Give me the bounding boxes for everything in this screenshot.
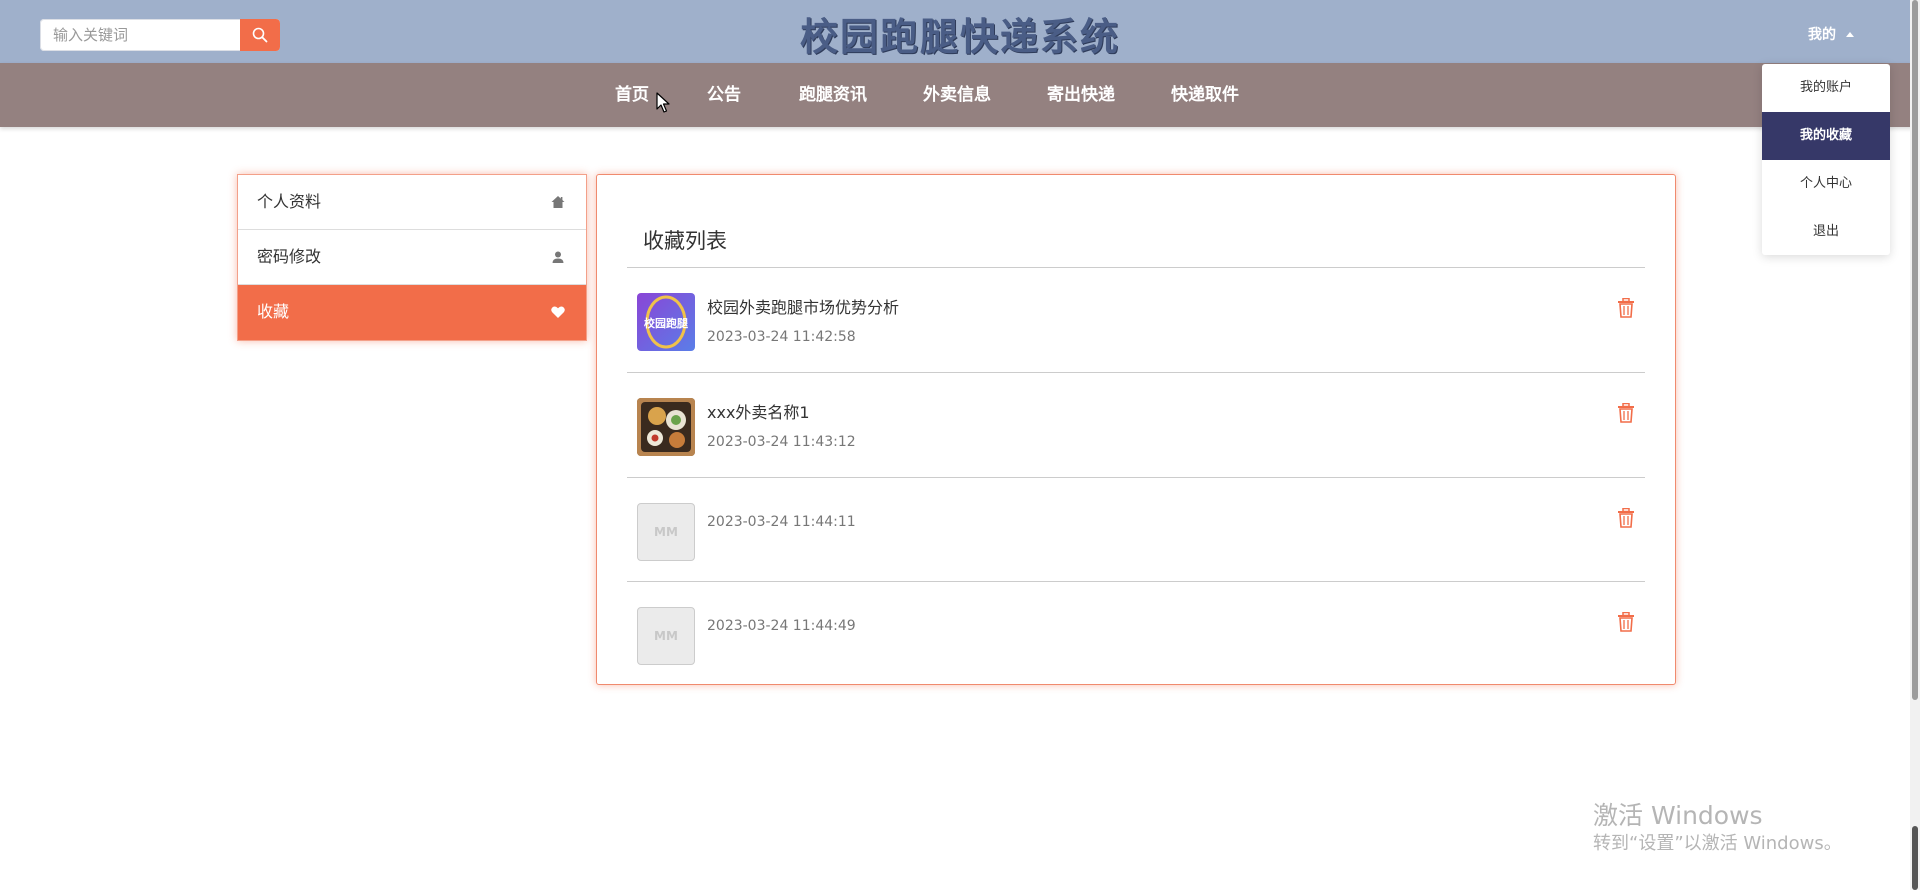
- dropdown-item-personal-center[interactable]: 个人中心: [1762, 160, 1890, 208]
- home-icon: [551, 196, 565, 208]
- user-dropdown-menu: 我的账户 我的收藏 个人中心 退出: [1762, 64, 1890, 255]
- nav-item-send-express[interactable]: 寄出快递: [1047, 63, 1115, 127]
- nav-item-errand-news[interactable]: 跑腿资讯: [799, 63, 867, 127]
- dropdown-item-logout[interactable]: 退出: [1762, 208, 1890, 256]
- page-scrollbar[interactable]: [1910, 0, 1920, 890]
- user-menu-toggle[interactable]: 我的: [1808, 24, 1854, 44]
- nav-item-pickup-express[interactable]: 快递取件: [1171, 63, 1239, 127]
- trash-icon[interactable]: [1617, 612, 1635, 632]
- scrollbar-thumb-secondary[interactable]: [1912, 826, 1918, 890]
- list-item-time: 2023-03-24 11:44:11: [707, 514, 856, 530]
- top-header: 校园跑腿快递系统 我的: [0, 0, 1920, 63]
- panel-title: 收藏列表: [643, 229, 727, 253]
- trash-icon[interactable]: [1617, 403, 1635, 423]
- windows-activation-watermark-subtitle: 转到“设置”以激活 Windows。: [1593, 833, 1842, 854]
- list-item-time: 2023-03-24 11:43:12: [707, 434, 856, 450]
- nav-item-announcement[interactable]: 公告: [707, 63, 741, 127]
- caret-up-icon: [1846, 31, 1854, 37]
- sidebar-item-password[interactable]: 密码修改: [238, 230, 586, 285]
- dropdown-item-my-favorites[interactable]: 我的收藏: [1762, 112, 1890, 160]
- sidebar-item-favorites[interactable]: 收藏: [238, 285, 586, 340]
- sidebar-item-label: 收藏: [257, 302, 290, 321]
- list-item[interactable]: xxx外卖名称1 2023-03-24 11:43:12: [627, 373, 1645, 478]
- favorites-list: 校园跑腿 校园外卖跑腿市场优势分析 2023-03-24 11:42:58 xx…: [627, 268, 1645, 685]
- list-item[interactable]: 校园跑腿 校园外卖跑腿市场优势分析 2023-03-24 11:42:58: [627, 268, 1645, 373]
- favorites-panel: 收藏列表 校园跑腿 校园外卖跑腿市场优势分析 2023-03-24 11:42:…: [596, 174, 1676, 685]
- site-title: 校园跑腿快递系统: [799, 15, 1120, 59]
- list-item-title[interactable]: 校园外卖跑腿市场优势分析: [707, 294, 899, 318]
- dropdown-item-my-account[interactable]: 我的账户: [1762, 64, 1890, 112]
- trash-icon[interactable]: [1617, 298, 1635, 318]
- thumbnail-placeholder[interactable]: MM: [637, 503, 695, 561]
- list-item[interactable]: MM 2023-03-24 11:44:11: [627, 478, 1645, 582]
- sidebar-item-profile[interactable]: 个人资料: [238, 175, 586, 230]
- trash-icon[interactable]: [1617, 508, 1635, 528]
- scrollbar-thumb[interactable]: [1912, 0, 1918, 700]
- user-menu-label: 我的: [1808, 27, 1836, 43]
- thumbnail-placeholder[interactable]: MM: [637, 607, 695, 665]
- windows-activation-watermark-title: 激活 Windows: [1593, 801, 1763, 830]
- user-icon: [552, 251, 564, 263]
- sidebar-menu: 个人资料 密码修改 收藏: [237, 174, 587, 341]
- nav-item-home[interactable]: 首页: [615, 63, 649, 127]
- thumbnail-logo-image: 校园跑腿: [644, 295, 689, 349]
- list-item-time: 2023-03-24 11:44:49: [707, 618, 856, 634]
- list-item[interactable]: MM 2023-03-24 11:44:49: [627, 582, 1645, 685]
- list-item-title[interactable]: xxx外卖名称1: [707, 399, 810, 423]
- food-image[interactable]: [637, 398, 695, 456]
- nav-item-takeout-info[interactable]: 外卖信息: [923, 63, 991, 127]
- thumbnail-image[interactable]: 校园跑腿: [637, 293, 695, 351]
- mouse-cursor-icon: [656, 92, 670, 113]
- sidebar-item-label: 密码修改: [257, 247, 322, 266]
- heart-icon: [551, 306, 565, 318]
- main-nav: 首页 公告 跑腿资讯 外卖信息 寄出快递 快递取件: [0, 63, 1920, 127]
- sidebar-item-label: 个人资料: [257, 192, 322, 211]
- list-item-time: 2023-03-24 11:42:58: [707, 329, 856, 345]
- thumbnail-logo-text: 校园跑腿: [644, 316, 689, 330]
- food-photo: [637, 398, 695, 456]
